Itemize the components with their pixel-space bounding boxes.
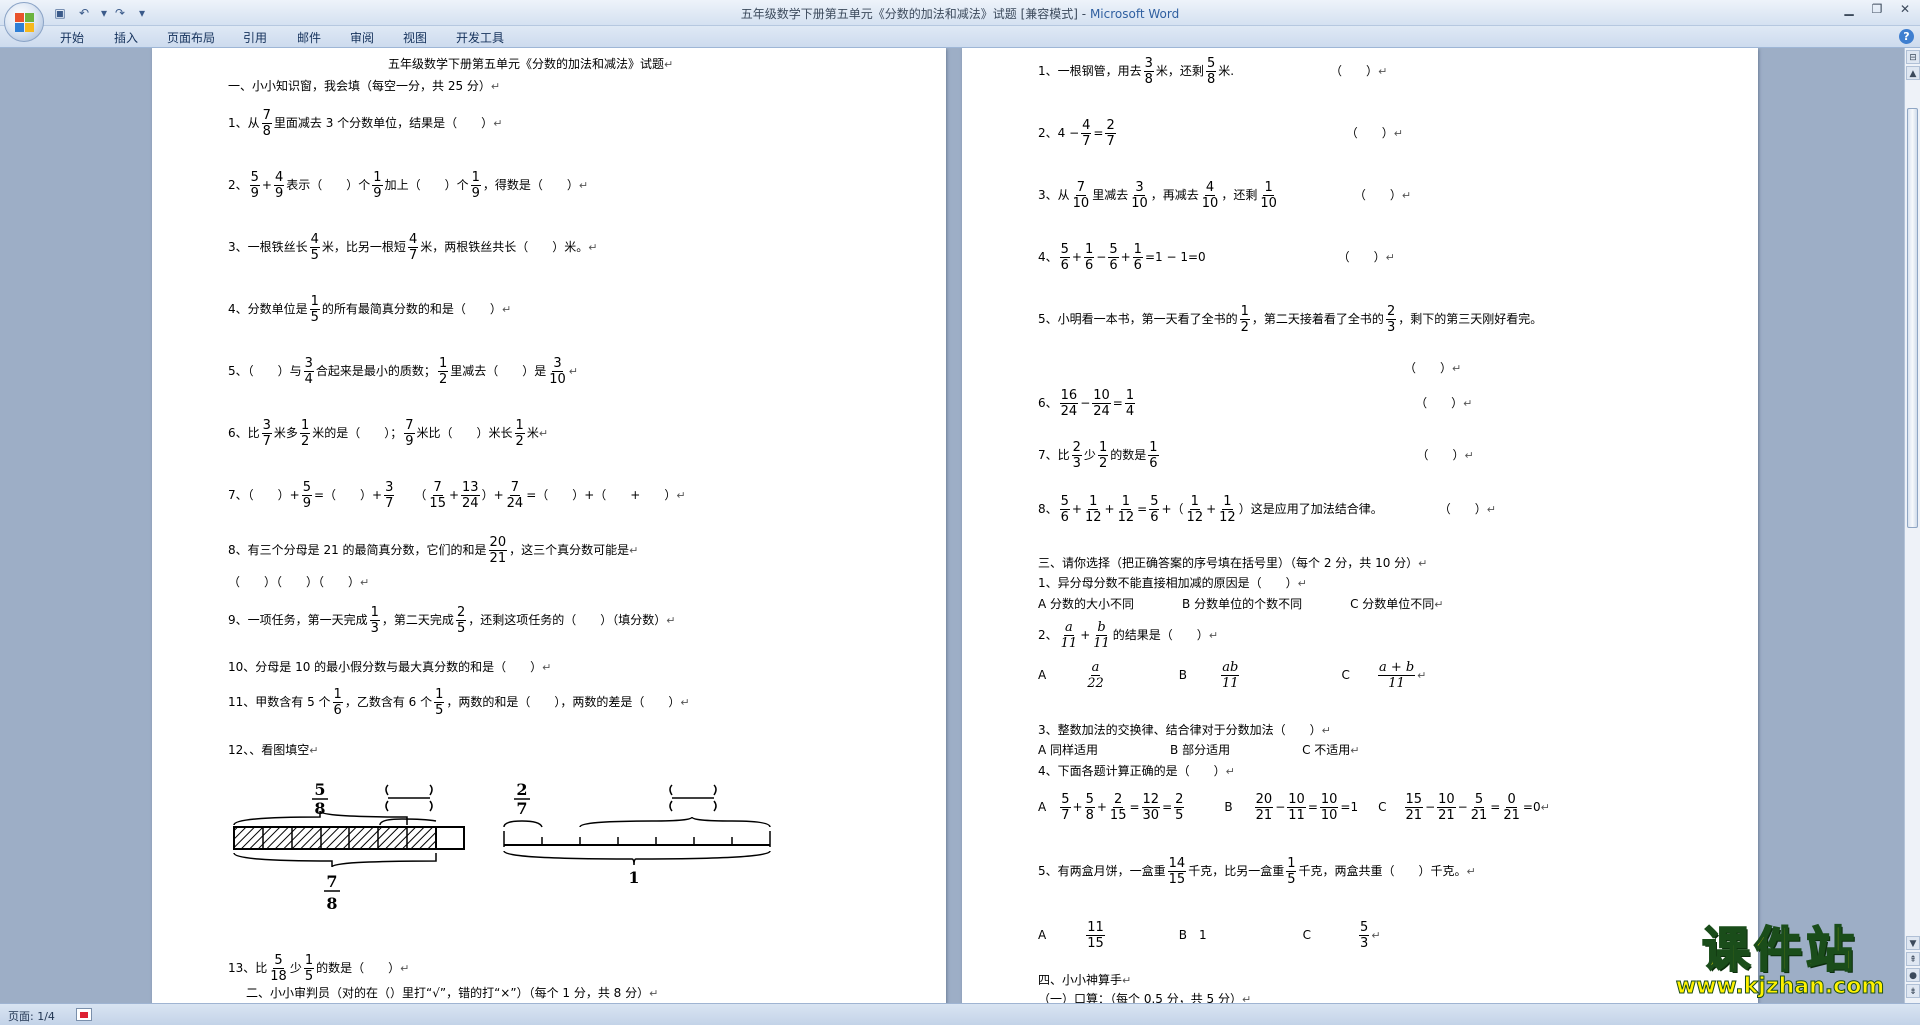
document-workspace: 五年级数学下册第五单元《分数的加法和减法》试题↵ 一、小小知识窗，我会填（每空一… bbox=[0, 48, 1904, 1003]
section-4a-heading: （一）口算：（每个 0.5 分，共 5 分）↵ bbox=[1038, 992, 1252, 1003]
watermark-url: www.kjzhan.com bbox=[1675, 974, 1885, 999]
minimize-button[interactable]: ▁ bbox=[1836, 1, 1862, 19]
status-bar: 页面: 1/4 bbox=[0, 1003, 1920, 1025]
tab-view[interactable]: 视图 bbox=[403, 29, 427, 46]
question-10: 10、分母是 10 的最小假分数与最大真分数的和是（ ）↵ bbox=[228, 660, 552, 674]
question-13: 13、比 5 18 少 1 5 的数是（ ）↵ bbox=[228, 953, 410, 984]
choice-question-5-options: A 11 15 B 1 C 5 3 ↵ bbox=[1038, 920, 1381, 951]
diagram-top-right-num: 2 bbox=[516, 781, 527, 799]
ruler-toggle-icon[interactable]: ⊟ bbox=[1906, 50, 1920, 64]
choice-question-4: 4、下面各题计算正确的是（ ）↵ bbox=[1038, 764, 1235, 778]
diagram-bottom-right-whole: 1 bbox=[628, 868, 639, 887]
tf-question-2: 2、4 −4 7 = 2 7 （ ）↵ bbox=[1038, 118, 1403, 149]
vertical-scrollbar[interactable]: ⊟ ▲ ▼ ⇞ ● ⇟ bbox=[1904, 48, 1920, 1003]
section-4-heading: 四、小小神算手↵ bbox=[1038, 973, 1132, 987]
previous-page-icon[interactable]: ⇞ bbox=[1906, 952, 1920, 966]
choice-question-5: 5、有两盒月饼，一盒重 14 15 千克，比另一盒重 1 5 千克，两盒共重（ ）千克。↵ bbox=[1038, 856, 1476, 887]
close-button[interactable]: ✕ bbox=[1892, 1, 1918, 19]
question-9: 9、一项任务，第一天完成 1 3 ，第二天完成 2 5 ，还剩这项任务的（ ）（填分数）↵ bbox=[228, 605, 676, 636]
scroll-down-icon[interactable]: ▼ bbox=[1906, 936, 1920, 950]
watermark-title: 课件站 bbox=[1701, 922, 1858, 978]
tab-review[interactable]: 审阅 bbox=[350, 29, 374, 46]
question-6: 6、比 3 7 米多 1 2 米的是（ ）； 7 9 米比（ ）米长 1 2 米↵ bbox=[228, 418, 549, 449]
restore-button[interactable]: ❐ bbox=[1864, 1, 1890, 19]
proofing-status-icon[interactable] bbox=[76, 1008, 92, 1021]
question-7: 7、（ ）+ 5 9 =（ ）+ 3 7 （7 15 +13 24 ）+ 7 24 =（ ）+（ + ）… bbox=[228, 480, 686, 511]
tf-question-7: 7、比 2 3 少 1 2 的数是 1 6 （ ）↵ bbox=[1038, 440, 1474, 471]
diagram-top-left-num: 5 bbox=[314, 781, 325, 799]
left-bar-shaded bbox=[233, 826, 437, 850]
next-page-icon[interactable]: ⇟ bbox=[1906, 984, 1920, 998]
office-button[interactable] bbox=[4, 2, 44, 42]
choice-question-4-options: A 5 7 +5 8 +2 15 = 12 30 = 2 5 B 20 21−10 11 = 10 10 =1 C 15 2… bbox=[1038, 792, 1550, 823]
tf-question-1: 1、一根钢管，用去 3 8 米，还剩 5 8 米. （ ）↵ bbox=[1038, 56, 1388, 87]
choice-question-3-options: A 同样适用 B 部分适用 C 不适用↵ bbox=[1038, 743, 1360, 757]
question-8-blanks: （ ）（ ）（ ）↵ bbox=[228, 575, 370, 589]
question-1: 1、从 7 8 里面减去 3 个分数单位，结果是（ ）↵ bbox=[228, 108, 503, 139]
page-1[interactable]: 五年级数学下册第五单元《分数的加法和减法》试题↵ 一、小小知识窗，我会填（每空一… bbox=[152, 48, 946, 1003]
choice-question-1-options: A 分数的大小不同 B 分数单位的个数不同 C 分数单位不同↵ bbox=[1038, 597, 1444, 611]
diagram-top-right-den: 7 bbox=[516, 799, 527, 818]
question-12: 12、、看图填空↵ bbox=[228, 743, 319, 757]
help-icon[interactable]: ? bbox=[1899, 29, 1914, 44]
select-browse-object-icon[interactable]: ● bbox=[1906, 968, 1920, 982]
office-logo-icon bbox=[15, 13, 35, 33]
tab-references[interactable]: 引用 bbox=[243, 29, 267, 46]
tf-question-4: 4、 5 6 +1 6−5 6 +1 6 =1 − 1=0 （ ）↵ bbox=[1038, 242, 1395, 273]
question-3: 3、一根铁丝长 4 5 米，比另一根短 4 7 米，两根铁丝共长（ ）米。↵ bbox=[228, 232, 598, 263]
document-title: 五年级数学下册第五单元《分数的加法和减法》试题 [兼容模式] bbox=[740, 7, 1078, 21]
scrollbar-thumb[interactable] bbox=[1907, 108, 1918, 528]
question-2: 2、 5 9 +4 9 表示（ ）个 1 9 加上（ ）个 1 9 ，得数是（ ）↵ bbox=[228, 170, 589, 201]
tf-question-5: 5、小明看一本书，第一天看了全书的 1 2 ，第二天接着看了全书的 2 3 ，剩下的第三天刚… bbox=[1038, 304, 1543, 335]
tab-insert[interactable]: 插入 bbox=[114, 29, 138, 46]
blank-fraction-top-middle bbox=[385, 784, 433, 812]
tab-mailings[interactable]: 邮件 bbox=[297, 29, 321, 46]
question-5: 5、（ ）与 3 4 合起来是最小的质数； 1 2 里减去（ ）是 3 10 ↵ bbox=[228, 356, 578, 387]
site-watermark-logo: 课件站 www.kjzhan.com bbox=[1660, 922, 1900, 1004]
diagram-bottom-left-den: 8 bbox=[326, 894, 337, 913]
blank-fraction-top-right bbox=[669, 784, 717, 812]
choice-question-2: 2、 a 11 + b 11 的结果是（ ）↵ bbox=[1038, 620, 1219, 651]
tab-developer[interactable]: 开发工具 bbox=[456, 29, 504, 46]
tab-page-layout[interactable]: 页面布局 bbox=[167, 29, 215, 46]
scroll-up-icon[interactable]: ▲ bbox=[1906, 66, 1920, 80]
window-title: 五年级数学下册第五单元《分数的加法和减法》试题 [兼容模式] - Microso… bbox=[0, 5, 1920, 22]
document-title-heading: 五年级数学下册第五单元《分数的加法和减法》试题↵ bbox=[388, 57, 674, 71]
section-3-heading: 三、请你选择（把正确答案的序号填在括号里）（每个 2 分，共 10 分）↵ bbox=[1038, 556, 1428, 570]
app-name: Microsoft Word bbox=[1089, 7, 1180, 21]
question-4: 4、分数单位是 1 5 的所有最简真分数的和是（ ）↵ bbox=[228, 294, 512, 325]
fraction-bar-diagram: 5 8 7 8 2 7 1 bbox=[233, 781, 772, 913]
question-11: 11、甲数含有 5 个 1 6 ，乙数含有 6 个 1 5 ，两数的和是（ ），两数的差是（… bbox=[228, 687, 690, 718]
choice-question-3: 3、整数加法的交换律、结合律对于分数加法（ ）↵ bbox=[1038, 723, 1331, 737]
diagram-top-left-den: 8 bbox=[314, 799, 325, 818]
tab-home[interactable]: 开始 bbox=[60, 29, 84, 46]
section-1-heading: 一、小小知识窗，我会填（每空一分，共 25 分）↵ bbox=[228, 79, 501, 93]
ribbon-tabs: 开始 插入 页面布局 引用 邮件 审阅 视图 开发工具 ? bbox=[0, 26, 1920, 48]
section-2-heading: 二、小小审判员（对的在（）里打“√”，错的打“×”）（每个 1 分，共 8 分）… bbox=[246, 986, 659, 1000]
title-separator: - bbox=[1077, 7, 1090, 21]
diagram-bottom-left-num: 7 bbox=[326, 872, 337, 891]
title-bar: ▣ ↶ ▾ ↷ ▾ 五年级数学下册第五单元《分数的加法和减法》试题 [兼容模式]… bbox=[0, 0, 1920, 26]
tf-question-5-blank: （ ）↵ bbox=[1404, 361, 1462, 375]
choice-question-2-options: Aa 22 Bab 11 Ca + b 11 ↵ bbox=[1038, 660, 1427, 691]
page-count-status[interactable]: 页面: 1/4 bbox=[8, 1008, 55, 1024]
page-2[interactable]: 1、一根钢管，用去 3 8 米，还剩 5 8 米. （ ）↵ 2、4 −4 7 = 2 7 （ ）↵ 3… bbox=[962, 48, 1758, 1003]
choice-question-1: 1、异分母分数不能直接相加减的原因是（ ）↵ bbox=[1038, 576, 1307, 590]
tf-question-3: 3、从 7 10 里减去 3 10 ，再减去 4 10 ，还剩 1 10 （ ）↵ bbox=[1038, 180, 1412, 211]
tf-question-8: 8、 5 6 +1 12 +1 12 = 5 6 +（ 1 12 +1 12 ）这是应用了加法结合律。（ ）↵ bbox=[1038, 494, 1496, 525]
question-8: 8、有三个分母是 21 的最简真分数，它们的和是 20 21 ，这三个真分数可能是↵ bbox=[228, 535, 639, 566]
tf-question-6: 6、 16 24−10 24 = 1 4 （ ）↵ bbox=[1038, 388, 1473, 419]
